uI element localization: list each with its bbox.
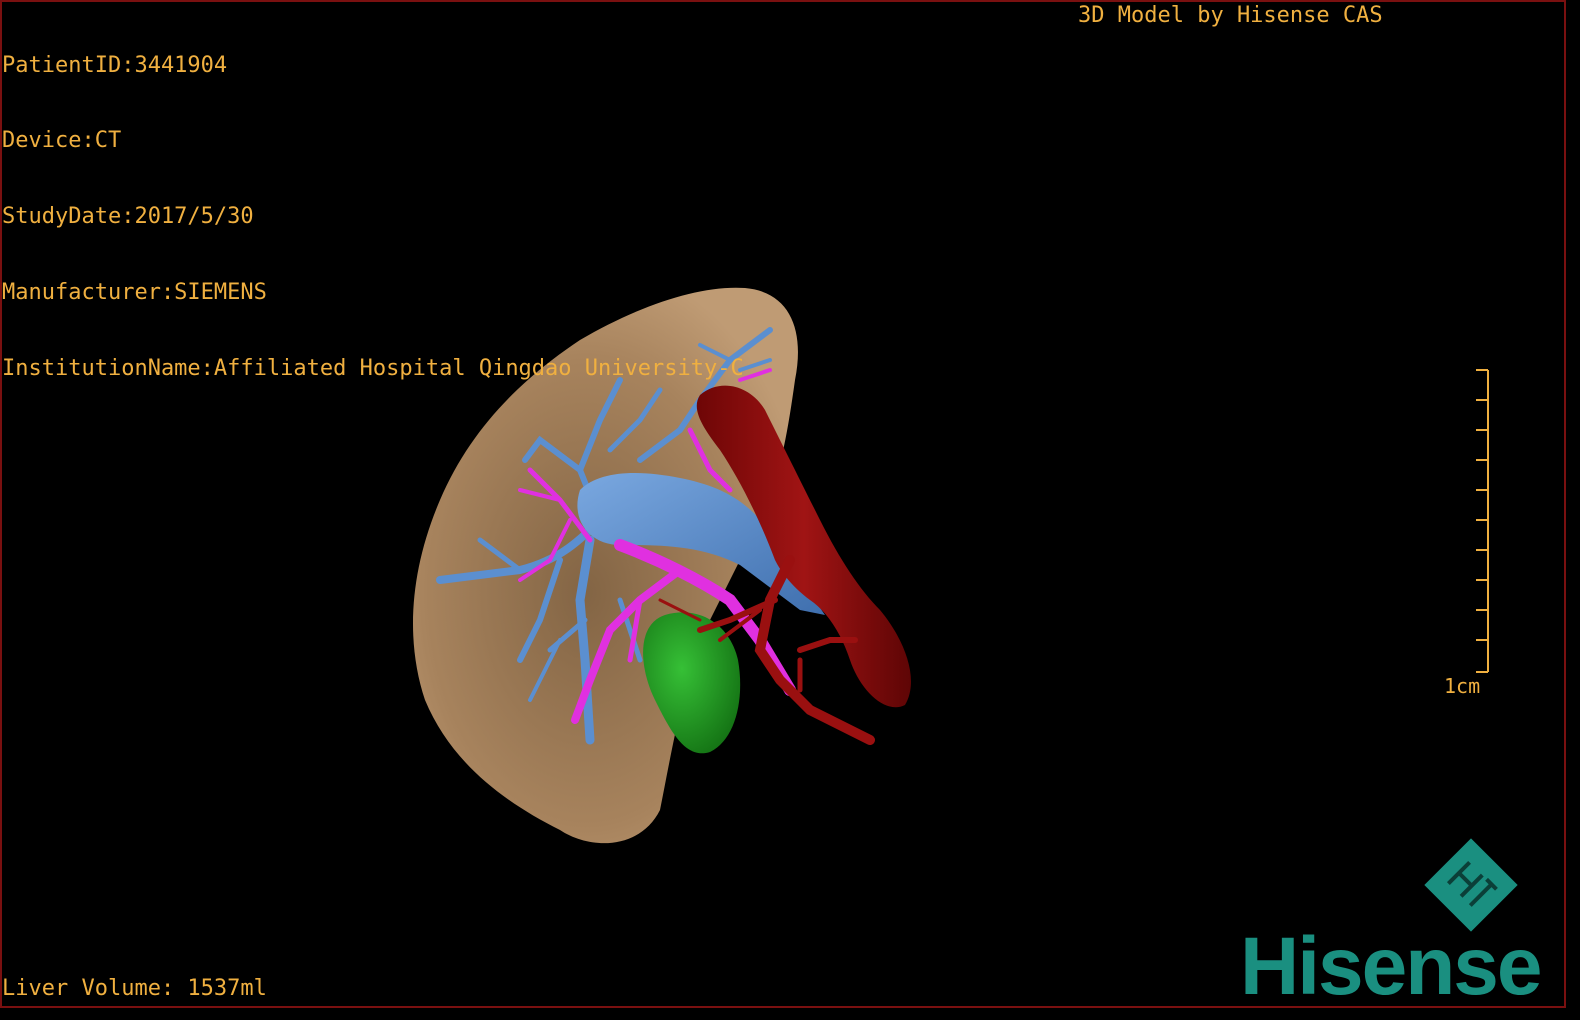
scale-label: 1cm <box>1444 674 1481 698</box>
institution-text: InstitutionName:Affiliated Hospital Qing… <box>2 356 744 382</box>
patient-info-overlay: PatientID:3441904 Device:CT StudyDate:20… <box>2 2 744 407</box>
liver-volume-text: Liver Volume: 1537ml <box>2 976 267 1001</box>
patient-id-text: PatientID:3441904 <box>2 52 228 78</box>
manufacturer-text: Manufacturer:SIEMENS <box>2 280 267 306</box>
scale-bar <box>1476 369 1489 673</box>
model-credit-text: 3D Model by Hisense CAS <box>1078 3 1383 28</box>
study-date-text: StudyDate:2017/5/30 <box>2 204 254 230</box>
device-text: Device:CT <box>2 128 122 154</box>
hisense-wordmark: Hisense <box>1240 921 1543 1012</box>
